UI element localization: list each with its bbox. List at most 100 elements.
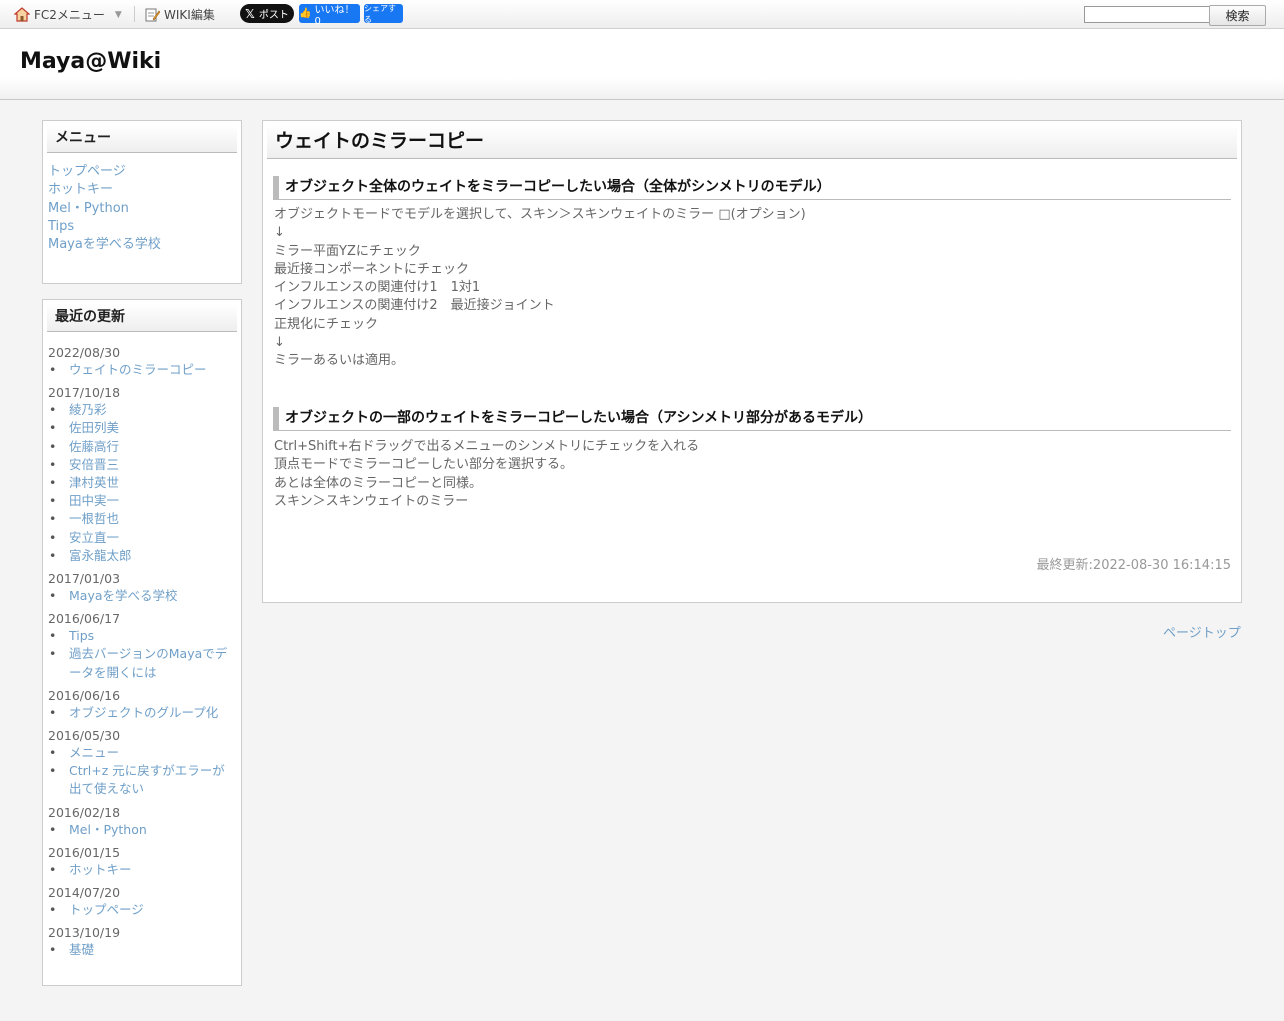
- text-line: インフルエンスの関連付け2 最近接ジョイント: [274, 298, 555, 314]
- edit-icon: [145, 8, 160, 22]
- list-item: • オブジェクトのグループ化: [48, 704, 236, 722]
- recent-date: 2014/07/20: [48, 885, 121, 901]
- text-line: ミラー平面YZにチェック: [274, 243, 421, 259]
- recent-date: 2013/10/19: [48, 925, 121, 941]
- text-line: ↓: [274, 335, 285, 351]
- bullet-icon: •: [49, 646, 57, 662]
- bullet-icon: •: [49, 362, 57, 377]
- bullet-icon: •: [49, 588, 57, 604]
- recent-group: 2017/01/03 • Mayaを学べる学校: [48, 570, 236, 605]
- recent-update-link[interactable]: 基礎: [69, 941, 236, 959]
- recent-date: 2016/01/15: [48, 844, 121, 860]
- recent-update-link[interactable]: 一根哲也: [69, 510, 236, 528]
- recent-group: 2016/02/18 • Mel・Python: [48, 804, 236, 839]
- text-line: ↓: [274, 225, 285, 241]
- bullet-icon: •: [49, 763, 57, 779]
- x-post-button[interactable]: 𝕏 ポスト: [240, 4, 294, 23]
- section-heading: オブジェクトの一部のウェイトをミラーコピーしたい場合（アシンメトリ部分があるモデ…: [273, 407, 1231, 431]
- recent-update-link[interactable]: トップページ: [69, 901, 236, 919]
- recent-update-link[interactable]: オブジェクトのグループ化: [69, 704, 236, 722]
- recent-update-link[interactable]: 田中実一: [69, 492, 236, 510]
- search-button[interactable]: 検索: [1209, 5, 1266, 26]
- recent-update-link[interactable]: 富永龍太郎: [69, 547, 236, 565]
- recent-update-link[interactable]: 安立直一: [69, 529, 236, 547]
- site-title[interactable]: Maya@Wiki: [20, 49, 161, 74]
- recent-updates-title: 最近の更新: [47, 304, 237, 332]
- bullet-icon: •: [49, 529, 57, 545]
- fc2-menu-label: FC2メニュー: [34, 8, 105, 22]
- list-item: • 佐藤高行: [48, 438, 236, 456]
- recent-group: 2013/10/19 • 基礎: [48, 924, 236, 959]
- recent-update-link[interactable]: 津村英世: [69, 474, 236, 492]
- page-top-link[interactable]: ページトップ: [1163, 622, 1241, 641]
- list-item: • 基礎: [48, 941, 236, 959]
- facebook-like-label: いいね！ 0: [314, 4, 355, 27]
- bullet-icon: •: [49, 511, 57, 527]
- facebook-like-button[interactable]: 👍 いいね！ 0: [299, 4, 360, 27]
- menu-item-mel-python[interactable]: Mel・Python: [48, 200, 236, 218]
- recent-update-link[interactable]: 安倍晋三: [69, 456, 236, 474]
- bullet-icon: •: [49, 402, 57, 418]
- recent-update-link[interactable]: メニュー: [69, 744, 236, 762]
- recent-date: 2016/06/16: [48, 687, 121, 703]
- bullet-icon: •: [49, 861, 57, 877]
- recent-update-link[interactable]: 綾乃彩: [69, 401, 236, 419]
- bullet-icon: •: [49, 493, 57, 509]
- recent-group: 2016/06/17 • Tips • 過去バージョンのMayaでデータを開くには: [48, 610, 236, 682]
- menu-item-top-page[interactable]: トップページ: [48, 163, 236, 181]
- text-line: スキン＞スキンウェイトのミラー: [274, 493, 469, 509]
- text-line: 最近接コンポーネントにチェック: [274, 261, 470, 277]
- recent-date: 2016/06/17: [48, 611, 121, 627]
- recent-date: 2016/05/30: [48, 728, 121, 744]
- text-line: インフルエンスの関連付け1 1対1: [274, 280, 481, 296]
- list-item: • Tips: [48, 627, 236, 645]
- recent-date: 2016/02/18: [48, 804, 121, 820]
- bullet-icon: •: [49, 628, 57, 644]
- list-item: • 田中実一: [48, 492, 236, 510]
- article-panel: ウェイトのミラーコピー オブジェクト全体のウェイトをミラーコピーしたい場合（全体…: [262, 120, 1242, 603]
- menu-item-hotkey[interactable]: ホットキー: [48, 181, 236, 199]
- x-post-label: ポスト: [258, 10, 289, 21]
- bullet-icon: •: [49, 902, 57, 918]
- recent-update-link[interactable]: Ctrl+z 元に戻すがエラーが出て使えない: [69, 762, 236, 798]
- list-item: • ホットキー: [48, 861, 236, 879]
- recent-date: 2017/01/03: [48, 571, 121, 587]
- section-heading: オブジェクト全体のウェイトをミラーコピーしたい場合（全体がシンメトリのモデル）: [273, 176, 1231, 200]
- recent-group: 2016/01/15 • ホットキー: [48, 844, 236, 879]
- fc2-menu-button[interactable]: FC2メニュー ▼: [14, 6, 122, 23]
- text-line: オブジェクトモードでモデルを選択して、スキン＞スキンウェイトのミラー □(オプシ…: [274, 207, 806, 222]
- text-line: あとは全体のミラーコピーと同様。: [274, 475, 483, 491]
- fc2-toolbar: FC2メニュー ▼ WIKI編集 𝕏 ポスト 👍 いいね！ 0 シェアする 検索: [0, 0, 1284, 29]
- menu-title: メニュー: [47, 125, 237, 153]
- thumbs-up-icon: 👍: [299, 8, 312, 19]
- wiki-edit-button[interactable]: WIKI編集: [145, 6, 215, 23]
- text-line: 頂点モードでミラーコピーしたい部分を選択する。: [274, 457, 574, 473]
- recent-update-link[interactable]: 佐田列美: [69, 419, 236, 437]
- recent-group: 2016/06/16 • オブジェクトのグループ化: [48, 687, 236, 722]
- recent-group: 2022/08/30 • ウェイトのミラーコピー: [48, 344, 236, 379]
- list-item: • ウェイトのミラーコピー: [48, 361, 236, 379]
- bullet-icon: •: [49, 821, 57, 837]
- list-item: • メニュー: [48, 744, 236, 762]
- recent-update-link[interactable]: Mayaを学べる学校: [69, 587, 236, 605]
- list-item: • トップページ: [48, 901, 236, 919]
- list-item: • 安倍晋三: [48, 456, 236, 474]
- menu-list: トップページ ホットキー Mel・Python Tips Mayaを学べる学校: [43, 153, 241, 264]
- menu-item-tips[interactable]: Tips: [48, 218, 236, 236]
- recent-update-link[interactable]: ホットキー: [69, 861, 236, 879]
- menu-item-school[interactable]: Mayaを学べる学校: [48, 236, 236, 254]
- recent-update-link[interactable]: Tips: [69, 627, 236, 645]
- recent-group: 2014/07/20 • トップページ: [48, 884, 236, 919]
- recent-group: 2017/10/18 • 綾乃彩 • 佐田列美 • 佐藤高行 • 安倍晋三 • 津村英世 • 田中実一 •…: [48, 384, 236, 565]
- recent-update-link[interactable]: Mel・Python: [69, 821, 236, 839]
- recent-update-link[interactable]: ウェイトのミラーコピー: [69, 361, 236, 379]
- facebook-share-button[interactable]: シェアする: [364, 3, 403, 24]
- list-item: • 安立直一: [48, 529, 236, 547]
- bullet-icon: •: [49, 745, 57, 761]
- facebook-share-label: シェアする: [364, 3, 396, 24]
- list-item: • 富永龍太郎: [48, 547, 236, 565]
- list-item: • 綾乃彩: [48, 401, 236, 419]
- recent-update-link[interactable]: 過去バージョンのMayaでデータを開くには: [69, 645, 236, 681]
- recent-update-link[interactable]: 佐藤高行: [69, 438, 236, 456]
- text-line: Ctrl+Shift+右ドラッグで出るメニューのシンメトリにチェックを入れる: [274, 439, 700, 454]
